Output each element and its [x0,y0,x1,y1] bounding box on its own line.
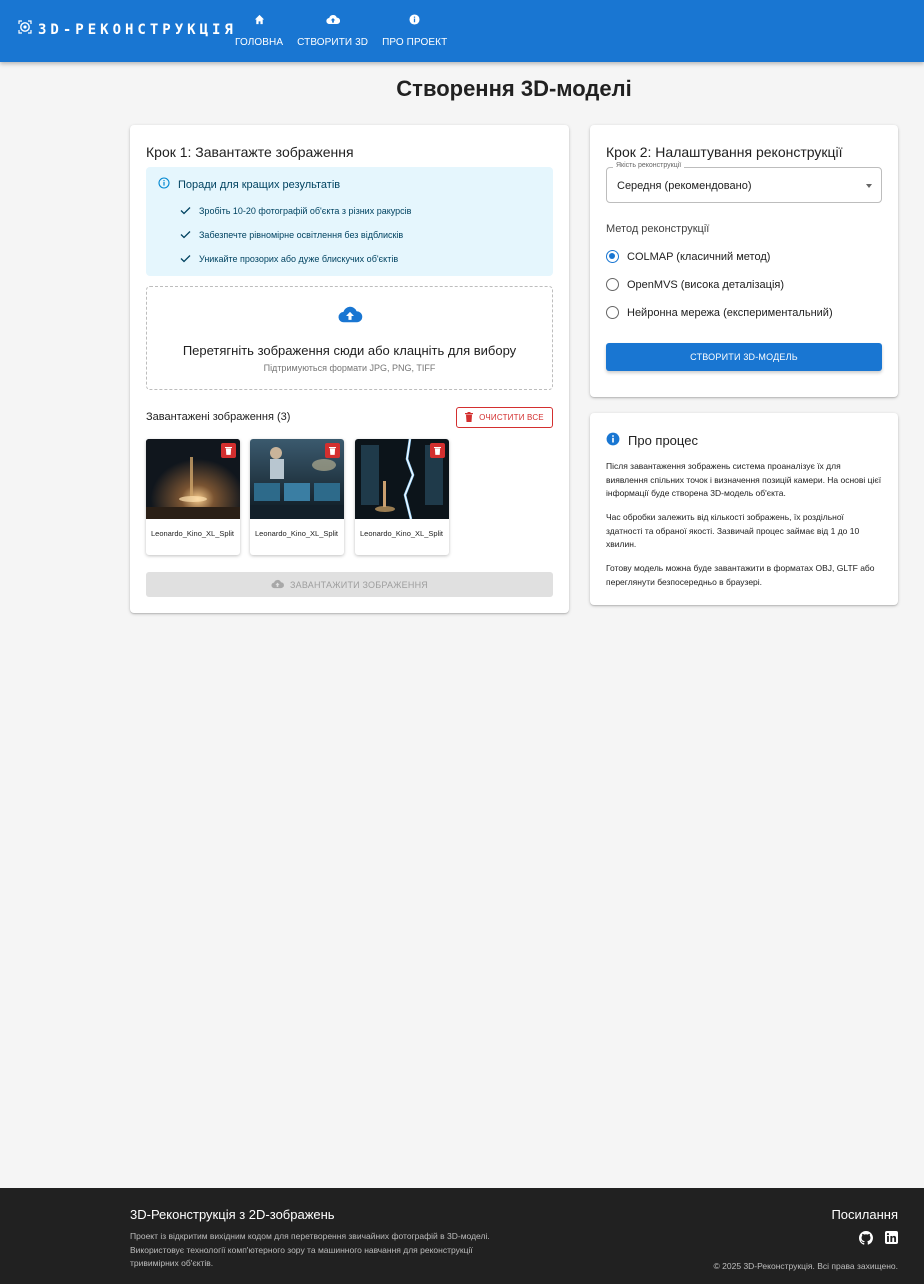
tip-text: Уникайте прозорих або дуже блискучих об'… [199,254,399,264]
app-bar: 3D-РЕКОНСТРУКЦІЯ ГОЛОВНА СТВОРИТИ 3D ПРО… [0,0,924,62]
dropzone-text: Перетягніть зображення сюди або клацніть… [182,343,517,358]
info-icon [606,432,620,449]
about-paragraph: Готову модель можна буде завантажити в ф… [606,563,875,587]
github-icon[interactable] [859,1231,873,1250]
check-icon [180,230,191,241]
dropzone-formats: Підтримуються формати JPG, PNG, TIFF [263,363,436,373]
nav-create-3d[interactable]: СТВОРИТИ 3D [297,12,368,48]
tip-item: Забезпечте рівномірне освітлення без від… [180,223,411,247]
quality-select[interactable]: Якість реконструкції Середня (рекомендов… [606,162,882,203]
trash-icon [465,411,474,424]
quality-select-label: Якість реконструкції [613,162,685,169]
method-option-neural[interactable]: Нейронна мережа (експериментальний) [606,306,833,319]
about-paragraph: Після завантаження зображень система про… [606,461,882,498]
about-process-card: Про процес Після завантаження зображень … [590,413,898,605]
delete-image-button[interactable] [325,443,340,458]
image-dropzone[interactable]: Перетягніть зображення сюди або клацніть… [146,286,553,390]
info-icon [409,12,420,30]
footer-social-links [859,1231,898,1250]
image-filename: Leonardo_Kino_XL_Split [255,529,338,538]
method-option-openmvs[interactable]: OpenMVS (висока деталізація) [606,278,784,291]
image-filename: Leonardo_Kino_XL_Split [360,529,443,538]
check-icon [180,254,191,265]
tips-heading: Поради для кращих результатів [178,178,341,191]
cloud-upload-icon [271,579,284,591]
radio-checked-icon[interactable] [606,250,619,263]
clear-all-label: ОЧИСТИТИ ВСЕ [479,413,544,422]
tip-text: Зробіть 10-20 фотографій об'єкта з різни… [199,206,412,216]
method-option-colmap[interactable]: COLMAP (класичний метод) [606,250,770,263]
linkedin-icon[interactable] [885,1231,898,1250]
tips-alert: Поради для кращих результатів Зробіть 10… [146,167,553,276]
delete-image-button[interactable] [221,443,236,458]
tip-item: Зробіть 10-20 фотографій об'єкта з різни… [180,199,411,223]
upload-card: Крок 1: Завантажте зображення Поради для… [130,125,569,613]
about-title-row: Про процес [606,432,698,449]
method-label: Метод реконструкції [606,223,710,235]
radio-unchecked-icon[interactable] [606,278,619,291]
delete-image-button[interactable] [430,443,445,458]
nav-create-label: СТВОРИТИ 3D [297,37,369,48]
settings-card: Крок 2: Налаштування реконструкції Якіст… [590,125,898,397]
about-paragraph: Час обробки залежить від кількості зобра… [606,512,860,549]
check-icon [180,206,191,217]
home-icon [254,12,265,30]
dropdown-arrow-icon [866,184,872,188]
nav-home[interactable]: ГОЛОВНА [235,12,283,48]
cloud-upload-icon [337,305,363,329]
page-title: Створення 3D-моделі [396,76,632,101]
upload-images-label: ЗАВАНТАЖИТИ ЗОБРАЖЕННЯ [290,579,428,590]
footer-description: Проект із відкритим вихідним кодом для п… [130,1231,490,1268]
brand-title: 3D-РЕКОНСТРУКЦІЯ [38,21,237,38]
about-title: Про процес [628,433,698,448]
upload-images-button[interactable]: ЗАВАНТАЖИТИ ЗОБРАЖЕННЯ [146,572,553,597]
uploaded-images-label: Завантажені зображення (3) [146,411,291,423]
create-3d-model-button[interactable]: СТВОРИТИ 3D-МОДЕЛЬ [606,343,882,371]
nav-about[interactable]: ПРО ПРОЕКТ [382,12,447,48]
footer: 3D-Реконструкція з 2D-зображень Проект і… [0,1188,924,1284]
step1-title: Крок 1: Завантажте зображення [146,144,354,160]
info-outline-icon [158,177,170,192]
quality-select-value: Середня (рекомендовано) [617,180,752,192]
footer-copyright: © 2025 3D-Реконструкція. Всі права захищ… [713,1261,898,1271]
clear-all-button[interactable]: ОЧИСТИТИ ВСЕ [456,407,553,428]
image-thumbnail[interactable]: Leonardo_Kino_XL_Split [355,439,449,555]
main-nav: ГОЛОВНА СТВОРИТИ 3D ПРО ПРОЕКТ [235,12,461,48]
3d-cube-icon [18,20,32,39]
tip-text: Забезпечте рівномірне освітлення без від… [199,230,404,240]
step2-title: Крок 2: Налаштування реконструкції [606,144,843,160]
nav-home-label: ГОЛОВНА [235,37,284,48]
image-thumbnail[interactable]: Leonardo_Kino_XL_Split [250,439,344,555]
method-option-label: OpenMVS (висока деталізація) [627,278,785,291]
brand[interactable]: 3D-РЕКОНСТРУКЦІЯ [18,20,237,39]
tip-item: Уникайте прозорих або дуже блискучих об'… [180,247,411,271]
nav-about-label: ПРО ПРОЕКТ [382,37,448,48]
method-option-label: COLMAP (класичний метод) [627,250,771,263]
method-option-label: Нейронна мережа (експериментальний) [627,306,833,319]
footer-title: 3D-Реконструкція з 2D-зображень [130,1207,335,1222]
tips-list: Зробіть 10-20 фотографій об'єкта з різни… [180,199,411,271]
image-filename: Leonardo_Kino_XL_Split [151,529,234,538]
radio-unchecked-icon[interactable] [606,306,619,319]
cloud-upload-icon [325,12,340,30]
footer-links-title: Посилання [831,1207,898,1222]
image-thumbnail[interactable]: Leonardo_Kino_XL_Split [146,439,240,555]
